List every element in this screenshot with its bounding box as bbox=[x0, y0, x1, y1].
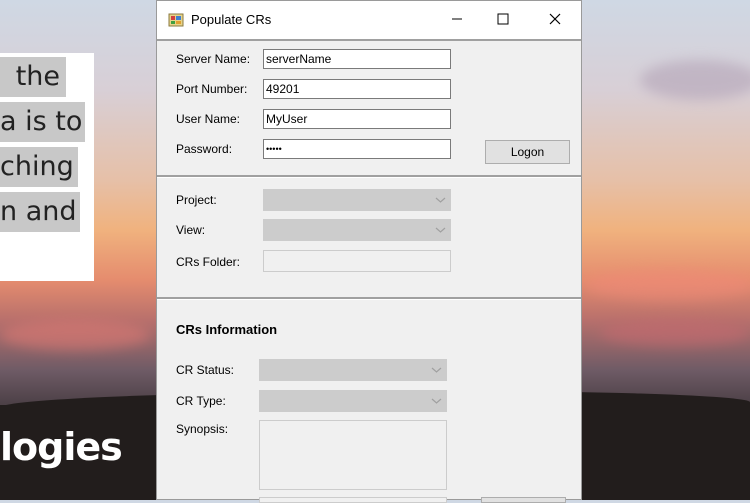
password-field[interactable]: ••••• bbox=[263, 139, 451, 159]
document-line: n and bbox=[0, 192, 80, 232]
maximize-button[interactable] bbox=[480, 4, 526, 34]
partial-field[interactable] bbox=[259, 497, 447, 503]
document-line: ching bbox=[0, 147, 78, 187]
cloud bbox=[585, 270, 750, 300]
view-dropdown[interactable] bbox=[263, 219, 451, 241]
document-line: the bbox=[0, 57, 66, 97]
server-name-field[interactable]: serverName bbox=[263, 49, 451, 69]
separator-highlight bbox=[157, 177, 581, 178]
synopsis-field[interactable] bbox=[259, 420, 447, 490]
maximize-icon bbox=[497, 13, 509, 25]
chevron-down-icon bbox=[435, 197, 446, 203]
minimize-icon bbox=[452, 18, 462, 20]
cloud bbox=[0, 320, 150, 350]
title-bar[interactable]: Populate CRs bbox=[157, 1, 581, 39]
port-number-field[interactable]: 49201 bbox=[263, 79, 451, 99]
project-dropdown[interactable] bbox=[263, 189, 451, 211]
separator bbox=[157, 39, 581, 41]
partial-button[interactable] bbox=[481, 497, 566, 503]
password-label: Password: bbox=[176, 142, 233, 156]
cloud bbox=[640, 60, 750, 100]
port-number-label: Port Number: bbox=[176, 82, 248, 96]
project-label: Project: bbox=[176, 193, 217, 207]
cloud bbox=[600, 320, 750, 346]
view-label: View: bbox=[176, 223, 206, 237]
crs-folder-field[interactable] bbox=[263, 250, 451, 272]
close-button[interactable] bbox=[532, 4, 578, 34]
chevron-down-icon bbox=[435, 227, 446, 233]
app-icon bbox=[168, 12, 184, 28]
logon-button[interactable]: Logon bbox=[485, 140, 570, 164]
crs-information-title: CRs Information bbox=[176, 322, 278, 337]
user-name-label: User Name: bbox=[176, 112, 241, 126]
cr-type-label: CR Type: bbox=[176, 394, 226, 408]
synopsis-label: Synopsis: bbox=[176, 422, 229, 436]
window-title: Populate CRs bbox=[191, 12, 272, 27]
server-name-label: Server Name: bbox=[176, 52, 251, 66]
crs-folder-label: CRs Folder: bbox=[176, 255, 241, 269]
background-heading: logies bbox=[0, 425, 123, 469]
populate-crs-dialog: Populate CRs Server Name: serverName Por… bbox=[156, 0, 582, 503]
close-icon bbox=[549, 13, 561, 25]
cr-status-dropdown[interactable] bbox=[259, 359, 447, 381]
chevron-down-icon bbox=[431, 367, 442, 373]
user-name-field[interactable]: MyUser bbox=[263, 109, 451, 129]
cr-type-dropdown[interactable] bbox=[259, 390, 447, 412]
minimize-button[interactable] bbox=[434, 4, 480, 34]
chevron-down-icon bbox=[431, 398, 442, 404]
cr-status-label: CR Status: bbox=[176, 363, 235, 377]
separator-highlight bbox=[157, 299, 581, 300]
document-line: a is to bbox=[0, 102, 85, 142]
